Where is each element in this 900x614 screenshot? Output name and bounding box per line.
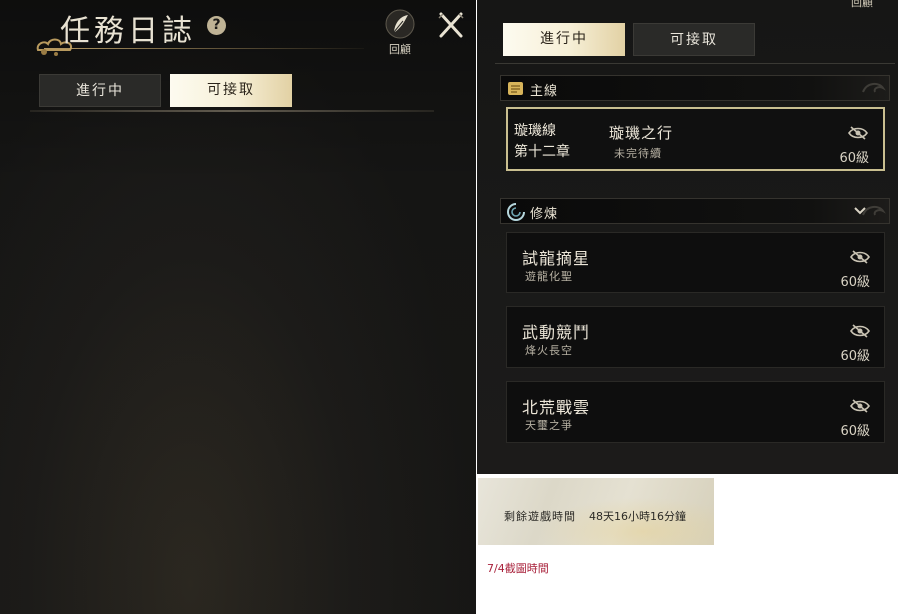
close-button[interactable] xyxy=(436,10,466,40)
page-title: 任務日誌 xyxy=(60,14,196,49)
tab-in-progress[interactable]: 進行中 xyxy=(39,74,161,107)
swirl-icon xyxy=(507,203,525,221)
quest-card[interactable]: 璇璣線 第十二章 璇璣之行 未完待續 60級 xyxy=(506,107,885,171)
tab-available[interactable]: 可接取 xyxy=(633,23,755,56)
quest-subtitle: 遊龍化聖 xyxy=(525,270,573,283)
quest-log-panel-left: 任務日誌 ? 回顧 進行中 可接取 xyxy=(0,0,476,614)
remaining-time-box: 剩餘遊戲時間 48天16小時16分鐘 xyxy=(478,478,714,545)
help-icon[interactable]: ? xyxy=(207,16,226,35)
eye-off-icon[interactable] xyxy=(848,126,868,140)
quest-card[interactable]: 試龍摘星 遊龍化聖 60級 xyxy=(506,232,885,293)
quest-title: 試龍摘星 xyxy=(522,249,591,268)
screenshot-caption: 7/4截圖時間 xyxy=(487,562,549,575)
quest-level: 60級 xyxy=(839,151,869,166)
quest-chapter-number: 第十二章 xyxy=(514,144,570,160)
section-label: 修煉 xyxy=(530,207,559,222)
remaining-time-label: 剩餘遊戲時間 xyxy=(504,510,576,523)
swirl-ornament-icon xyxy=(862,82,886,93)
feather-icon xyxy=(385,9,415,39)
recall-button[interactable]: 回顧 xyxy=(383,8,417,58)
quest-subtitle: 烽火長空 xyxy=(525,344,573,357)
quest-card[interactable]: 北荒戰雲 天璽之爭 60級 xyxy=(506,381,885,443)
quest-level: 60級 xyxy=(840,349,870,364)
quest-subtitle: 未完待續 xyxy=(614,147,662,160)
tab-divider xyxy=(495,63,895,64)
quest-title: 璇璣之行 xyxy=(609,124,674,142)
eye-off-icon[interactable] xyxy=(850,399,870,413)
remaining-time-value: 48天16小時16分鐘 xyxy=(589,510,686,523)
recall-button-label[interactable]: 回顧 xyxy=(851,0,873,10)
quest-level: 60級 xyxy=(840,424,870,439)
quest-log-panel-right: 回顧 進行中 可接取 主線 璇璣線 第十二章 璇璣之行 未完待續 60級 修煉 xyxy=(477,0,898,474)
section-header-cultivation[interactable]: 修煉 xyxy=(500,198,890,224)
eye-off-icon[interactable] xyxy=(850,324,870,338)
tab-available[interactable]: 可接取 xyxy=(170,74,292,107)
title-underline xyxy=(44,48,364,49)
section-header-main-quest[interactable]: 主線 xyxy=(500,75,890,101)
tab-in-progress[interactable]: 進行中 xyxy=(503,23,625,56)
scroll-icon xyxy=(508,82,523,95)
quest-chapter-name: 璇璣線 xyxy=(514,123,556,139)
quest-title: 北荒戰雲 xyxy=(522,398,591,417)
quest-level: 60級 xyxy=(840,275,870,290)
quest-title: 武動競鬥 xyxy=(522,323,591,342)
recall-label: 回顧 xyxy=(389,43,411,56)
swirl-ornament-icon xyxy=(862,205,886,216)
quest-card[interactable]: 武動競鬥 烽火長空 60級 xyxy=(506,306,885,368)
tab-divider xyxy=(30,110,434,112)
section-label: 主線 xyxy=(530,84,559,99)
quest-subtitle: 天璽之爭 xyxy=(525,419,573,432)
eye-off-icon[interactable] xyxy=(850,250,870,264)
